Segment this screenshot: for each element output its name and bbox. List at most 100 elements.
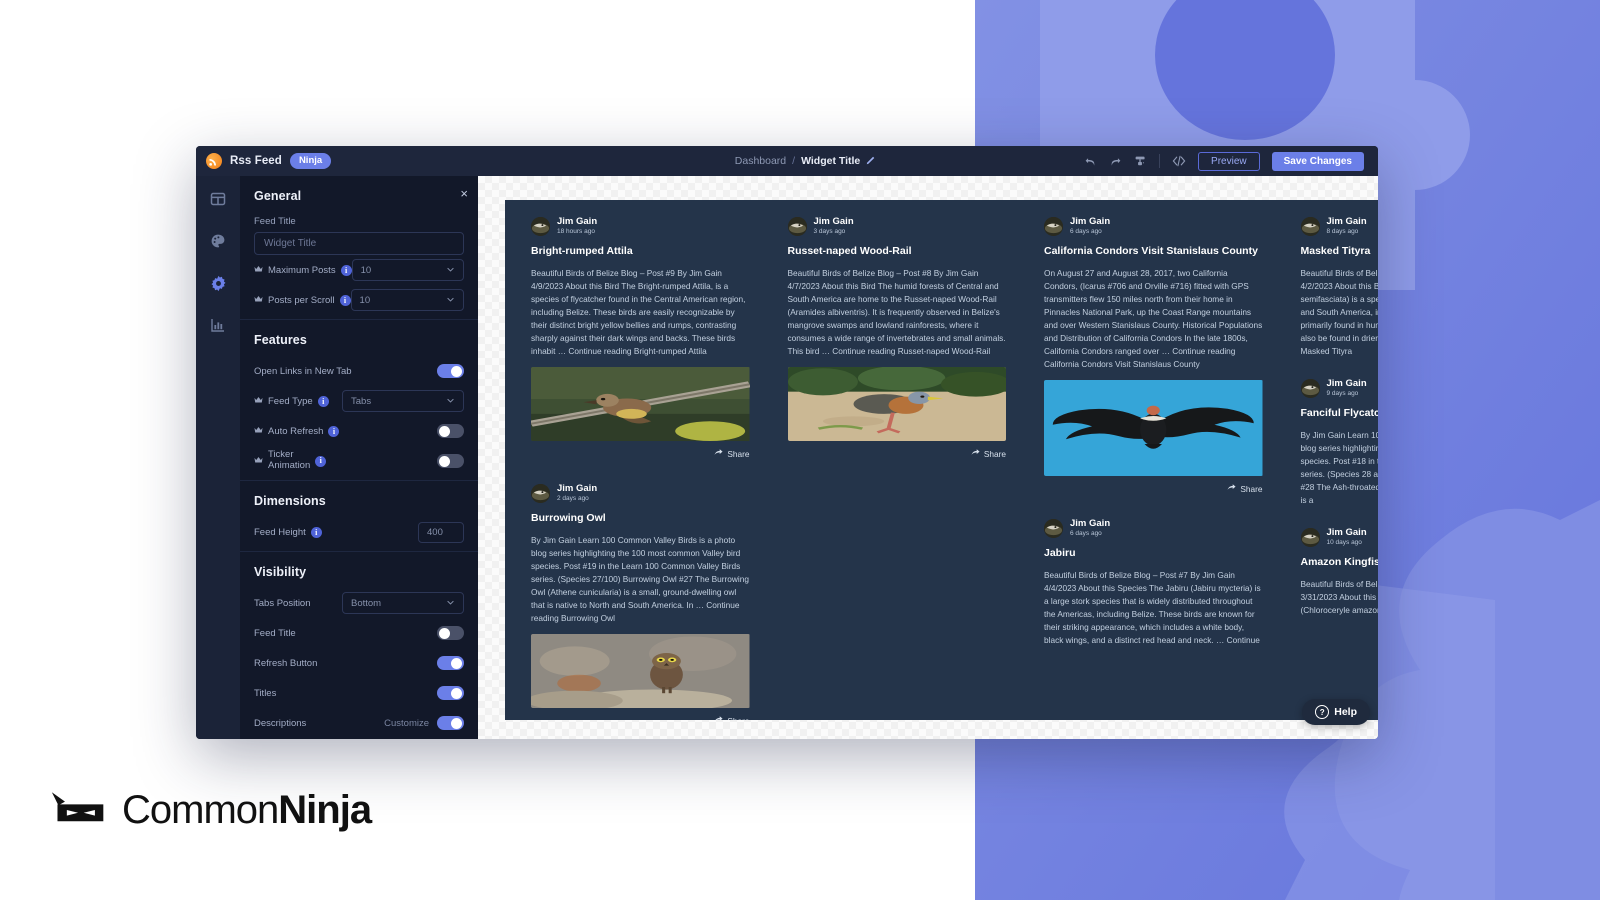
topbar-actions: Preview Save Changes <box>1084 151 1378 171</box>
post-description: By Jim Gain Learn 100 Common Valley Bird… <box>1300 430 1379 506</box>
analytics-icon[interactable] <box>209 316 227 334</box>
toggle-group <box>437 686 464 700</box>
setting-label: Ticker Animation <box>268 449 311 471</box>
info-icon[interactable]: i <box>317 395 329 407</box>
palette-icon[interactable] <box>209 232 227 250</box>
post-image[interactable] <box>787 367 1006 442</box>
field-label: Feed Title <box>254 216 296 227</box>
select-posts-per-scroll[interactable]: 10 <box>350 289 464 311</box>
customize-link[interactable]: Customize <box>384 718 429 729</box>
share-label: Share <box>1240 483 1263 494</box>
post-header: Jim Gain 9 days ago <box>1300 378 1379 398</box>
toggle-open-links-in-new-tab[interactable] <box>437 364 464 378</box>
post-author: Jim Gain <box>1326 216 1367 227</box>
undo-icon[interactable] <box>1084 155 1097 168</box>
feed-post-card[interactable]: Jim Gain 6 days ago California Condors Vis… <box>1034 208 1273 499</box>
top-bar: Rss Feed Ninja Dashboard / Widget Title <box>196 146 1378 177</box>
feed-post-card[interactable]: Jim Gain 6 days ago Jabiru Beautiful Birds … <box>1034 510 1273 648</box>
rss-feed-widget: Jim Gain 18 hours ago Bright-rumped Attila… <box>505 200 1378 720</box>
post-title[interactable]: Burrowing Owl <box>531 512 750 526</box>
section-title: Features <box>254 333 307 347</box>
toggle-knob <box>451 687 462 699</box>
info-icon[interactable]: i <box>340 264 352 276</box>
layout-icon[interactable] <box>209 190 227 208</box>
post-title[interactable]: Bright-rumped Attila <box>531 245 750 259</box>
save-changes-button[interactable]: Save Changes <box>1271 151 1364 171</box>
toggle-titles[interactable] <box>437 686 464 700</box>
toggle-knob <box>451 365 462 377</box>
post-header: Jim Gain 6 days ago <box>1044 216 1263 236</box>
info-icon[interactable]: i <box>310 526 322 538</box>
post-image[interactable] <box>531 634 750 709</box>
feed-post-card[interactable]: Jim Gain 18 hours ago Bright-rumped Attila… <box>521 208 760 464</box>
post-timestamp: 9 days ago <box>1326 389 1359 397</box>
post-description: On August 27 and August 28, 2017, two Ca… <box>1044 267 1263 370</box>
post-image[interactable] <box>531 367 750 442</box>
redo-icon[interactable] <box>1109 155 1122 168</box>
select-feed-type[interactable]: Tabs <box>342 390 464 412</box>
feed-post-card[interactable]: Jim Gain9 days ago Fanciful Flycatchers By… <box>1290 370 1379 508</box>
toggle-group: Customize <box>384 716 464 730</box>
share-icon <box>971 448 980 459</box>
toggle-feed-title[interactable] <box>437 626 464 640</box>
post-title[interactable]: Russet-naped Wood-Rail <box>788 245 1007 259</box>
help-button[interactable]: ? Help <box>1302 699 1370 725</box>
feed-post-card[interactable]: Jim Gain 2 days ago Burrowing Owl By Jim Ga… <box>521 475 760 720</box>
chevron-down-icon <box>446 396 455 407</box>
post-title[interactable]: California Condors Visit Stanislaus Coun… <box>1044 245 1263 259</box>
post-title[interactable]: Amazon Kingfisher <box>1301 556 1379 570</box>
feed-post-card[interactable]: Jim Gain 3 days ago Russet-naped Wood-Rail… <box>777 208 1016 464</box>
avatar <box>1300 216 1320 236</box>
select-maximum-posts[interactable]: 10 <box>351 259 464 281</box>
share-button[interactable]: Share <box>1044 476 1263 498</box>
post-header: Jim Gain 8 days ago <box>1300 216 1379 236</box>
select-value: 10 <box>359 294 371 306</box>
toggle-auto-refresh[interactable] <box>437 424 464 438</box>
info-icon[interactable]: i <box>339 294 351 306</box>
toggle-knob <box>439 425 450 437</box>
crown-icon <box>254 426 263 436</box>
post-author: Jim Gain <box>1070 216 1111 227</box>
toggle-ticker-animation[interactable] <box>437 454 464 468</box>
setting-label: Maximum Posts <box>268 264 336 276</box>
select-value: Tabs <box>351 395 372 407</box>
post-author: Jim Gain <box>1326 378 1367 390</box>
info-icon[interactable]: i <box>328 425 340 437</box>
breadcrumb-dashboard[interactable]: Dashboard <box>735 155 786 167</box>
feed-post-card[interactable]: Jim Gain10 days ago Amazon Kingfisher Beau… <box>1290 519 1379 618</box>
share-icon <box>714 448 723 459</box>
feed-post-card[interactable]: Jim Gain 8 days ago Masked Tityra Beautiful… <box>1290 208 1379 359</box>
post-image[interactable] <box>1044 380 1263 477</box>
brand-footer: CommonNinja <box>50 790 372 830</box>
settings-section-visibility: Visibility Tabs Position Bottom Feed Title R… <box>240 552 478 739</box>
preview-button[interactable]: Preview <box>1198 151 1260 171</box>
setting-label-group: Open Links in New Tab <box>254 366 352 377</box>
avatar <box>531 216 550 236</box>
post-title[interactable]: Masked Tityra <box>1301 245 1379 259</box>
info-icon[interactable]: i <box>315 455 327 467</box>
pencil-icon[interactable] <box>866 156 875 167</box>
share-button[interactable]: Share <box>788 441 1006 463</box>
gear-icon[interactable] <box>209 274 227 292</box>
setting-label-group: Maximum Posts i <box>254 264 352 276</box>
code-icon[interactable] <box>1172 154 1186 168</box>
share-button[interactable]: Share <box>531 708 750 720</box>
close-icon[interactable]: × <box>460 187 468 200</box>
crown-icon <box>254 265 263 275</box>
feed-title-input[interactable] <box>254 232 464 255</box>
post-title[interactable]: Fanciful Flycatchers <box>1301 407 1379 421</box>
toggle-refresh-button[interactable] <box>437 656 464 670</box>
topbar-left: Rss Feed Ninja <box>196 153 526 169</box>
post-author: Jim Gain <box>557 483 598 495</box>
section-title: General <box>254 189 302 203</box>
toggle-descriptions[interactable] <box>437 716 464 730</box>
chevron-down-icon <box>446 295 455 306</box>
feed-height-input[interactable]: 400 <box>418 521 464 543</box>
share-button[interactable]: Share <box>531 441 750 463</box>
brand-name: CommonNinja <box>122 790 372 830</box>
format-paint-icon[interactable] <box>1134 155 1147 168</box>
setting-row: Feed Height i 400 <box>254 517 464 547</box>
setting-label-group: Feed Height i <box>254 526 322 538</box>
post-title[interactable]: Jabiru <box>1044 547 1263 561</box>
select-tabs-position[interactable]: Bottom <box>342 592 464 614</box>
